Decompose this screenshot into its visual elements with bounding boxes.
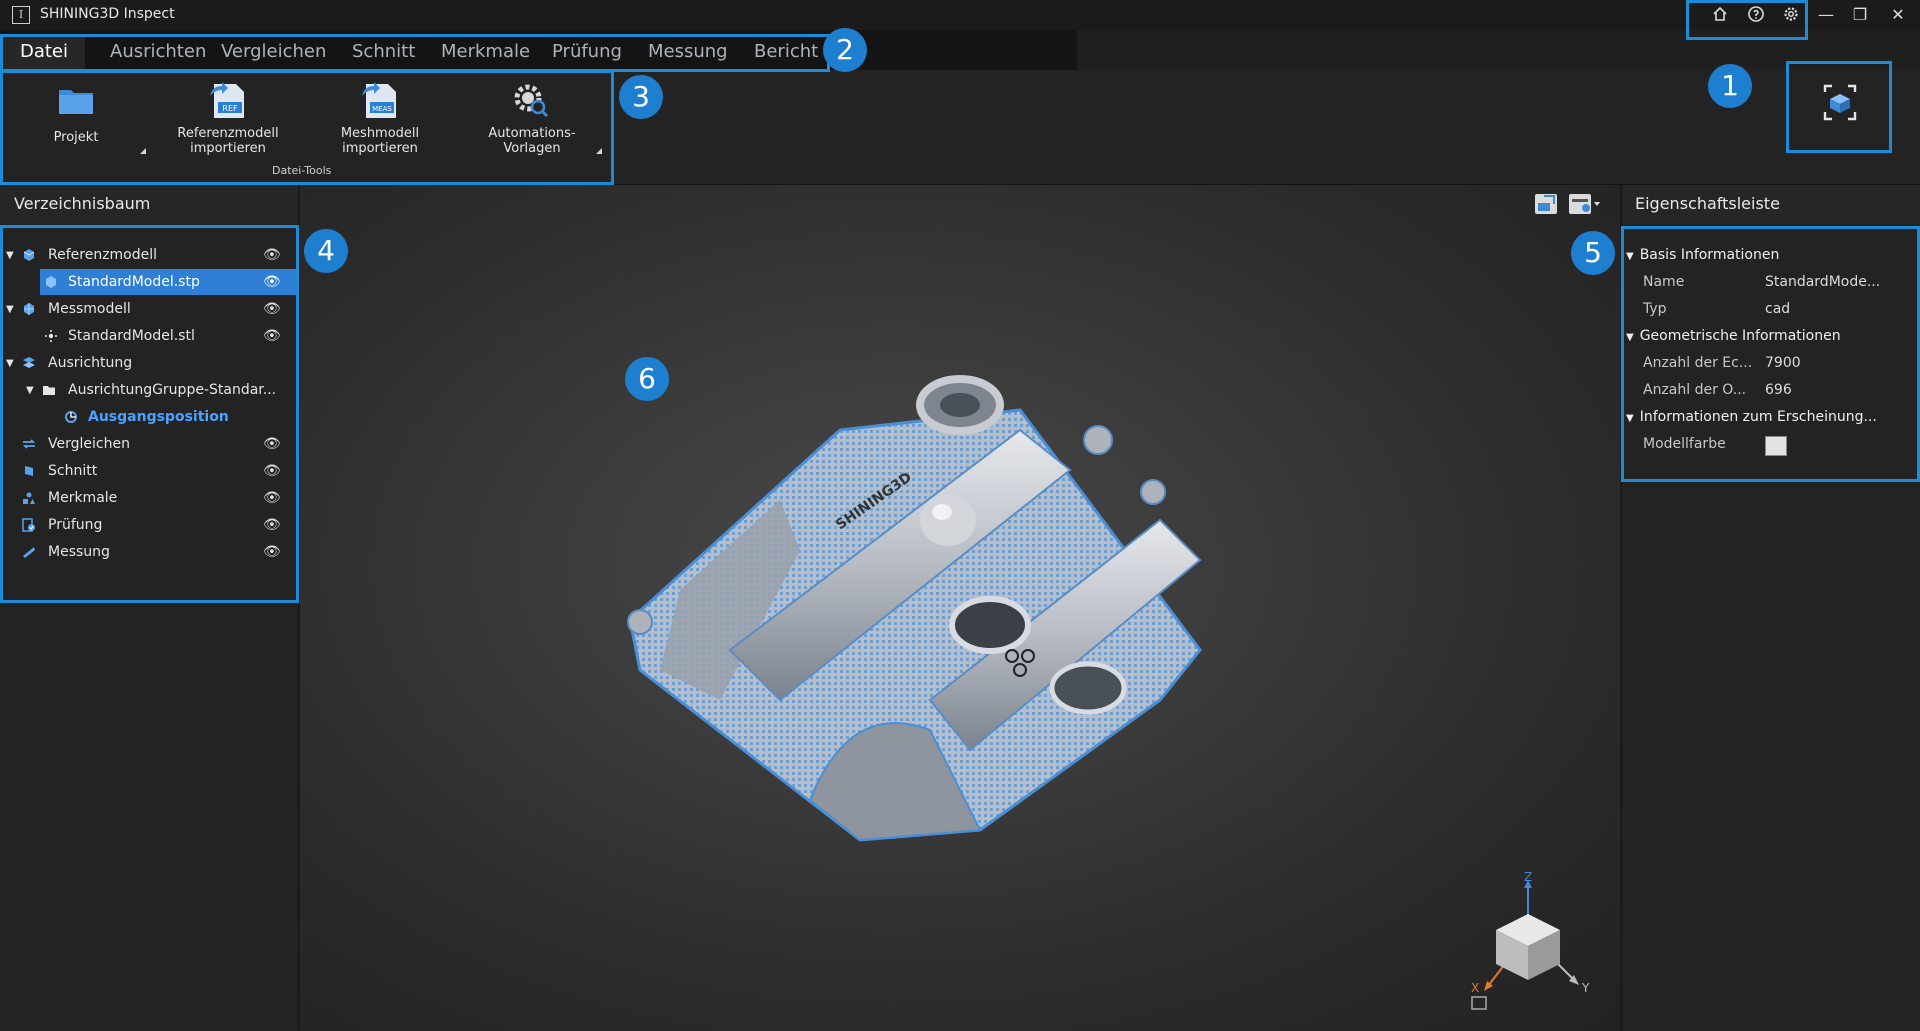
annotation-badge-1: 1 [1708, 64, 1752, 108]
properties-panel-title: Eigenschaftsleiste [1622, 185, 1920, 223]
annotation-box-1-titlebar [1686, 0, 1808, 40]
axis-x-label: X [1471, 981, 1479, 995]
tree-panel-title: Verzeichnisbaum [0, 185, 298, 223]
cylinder-head-model[interactable]: SHINING3D [600, 370, 1240, 850]
annotation-box-3-ribbon [0, 70, 614, 185]
minimize-button[interactable]: — [1808, 2, 1844, 28]
view-options-button[interactable] [1532, 191, 1560, 217]
annotation-box-1-fitview [1786, 61, 1892, 153]
axis-y-label: Y [1581, 981, 1590, 995]
annotation-badge-3: 3 [619, 75, 663, 119]
annotation-box-2-menu [0, 34, 830, 72]
render-mode-icon [1535, 194, 1557, 214]
app-logo-icon: I [12, 6, 30, 24]
axis-z-label: Z [1524, 870, 1532, 884]
close-button[interactable]: ✕ [1880, 2, 1916, 28]
orientation-cube[interactable]: Z X Y [1466, 870, 1606, 1020]
annotation-badge-2: 2 [823, 28, 867, 72]
annotation-badge-6: 6 [625, 357, 669, 401]
annotation-badge-5: 5 [1571, 231, 1615, 275]
annotation-badge-4: 4 [304, 229, 348, 273]
maximize-button[interactable]: ❐ [1842, 2, 1878, 28]
annotation-box-4-tree [0, 225, 299, 603]
annotation-box-5-properties [1621, 226, 1920, 482]
display-mode-icon [1569, 194, 1600, 214]
title-bar [0, 0, 1920, 30]
app-title: SHINING3D Inspect [40, 6, 175, 22]
display-mode-dropdown[interactable] [1566, 191, 1602, 217]
